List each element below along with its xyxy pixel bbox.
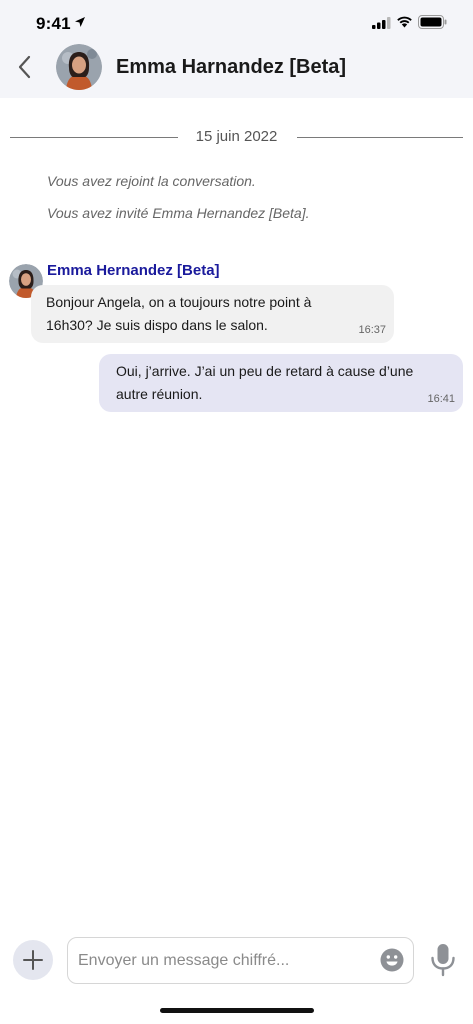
- chat-header: Emma Harnandez [Beta]: [0, 44, 473, 98]
- status-time: 9:41: [36, 14, 71, 33]
- wifi-icon: [397, 16, 412, 28]
- emoji-icon[interactable]: [380, 948, 404, 972]
- message-time: 16:37: [358, 324, 386, 336]
- outgoing-message-bubble[interactable]: Oui, j’arrive. J’ai un peu de retard à c…: [99, 354, 463, 412]
- incoming-message-bubble[interactable]: Bonjour Angela, on a toujours notre poin…: [31, 285, 394, 343]
- message-line: autre réunion.: [116, 386, 203, 402]
- message-input[interactable]: [78, 950, 368, 972]
- home-indicator: [160, 1008, 314, 1013]
- conversation-title: Emma Harnandez [Beta]: [116, 56, 347, 78]
- date-separator: 15 juin 2022: [10, 127, 463, 147]
- message-text: Bonjour Angela, on a toujours notre poin…: [46, 291, 311, 337]
- status-bar: 9:41: [0, 0, 473, 44]
- message-line: Oui, j’arrive. J’ai un peu de retard à c…: [116, 363, 414, 379]
- message-composer[interactable]: [67, 937, 414, 984]
- back-chevron-icon[interactable]: [14, 54, 38, 80]
- message-time: 16:41: [427, 393, 455, 405]
- message-line: Bonjour Angela, on a toujours notre poin…: [46, 294, 312, 310]
- location-arrow-icon: [75, 17, 85, 27]
- divider-line: [297, 137, 463, 138]
- microphone-icon[interactable]: [430, 943, 456, 977]
- system-message: Vous avez invité Emma Hernandez [Beta].: [47, 205, 310, 221]
- sender-name[interactable]: Emma Hernandez [Beta]: [47, 262, 220, 279]
- contact-avatar[interactable]: [56, 44, 102, 90]
- plus-icon: [23, 950, 43, 970]
- add-attachment-button[interactable]: [13, 940, 53, 980]
- chat-screen: 9:41 Emma Harnandez [Beta] 15 juin 2022 …: [0, 0, 473, 1024]
- message-line: 16h30? Je suis dispo dans le salon.: [46, 317, 268, 333]
- signal-icon: [372, 17, 391, 29]
- message-text: Oui, j’arrive. J’ai un peu de retard à c…: [116, 360, 413, 406]
- system-message: Vous avez rejoint la conversation.: [47, 173, 256, 189]
- battery-icon: [418, 15, 447, 29]
